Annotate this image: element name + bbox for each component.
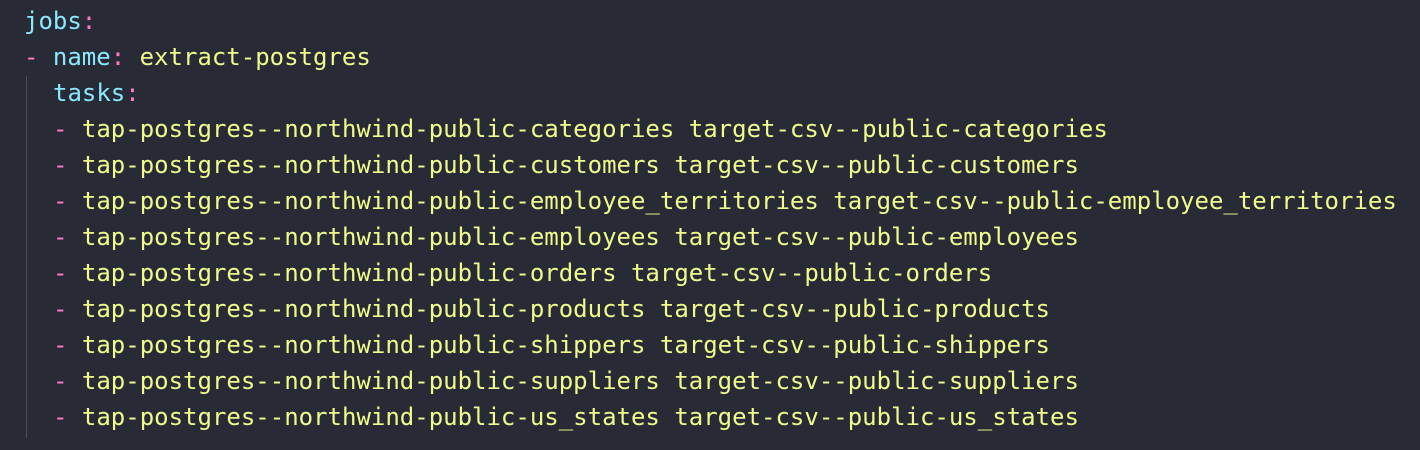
yaml-code-editor[interactable]: jobs: - name: extract-postgres tasks: - …	[0, 0, 1420, 450]
task-line: - tap-postgres--northwind-public-product…	[53, 291, 1050, 327]
name-value: extract-postgres	[139, 43, 371, 71]
code-line-tasks: tasks:	[53, 75, 140, 111]
code-line-name: - name: extract-postgres	[24, 39, 371, 75]
list-dash: -	[53, 367, 68, 395]
task-value: tap-postgres--northwind-public-employees…	[81, 223, 1079, 251]
task-line: - tap-postgres--northwind-public-categor…	[53, 111, 1108, 147]
task-line: - tap-postgres--northwind-public-employe…	[53, 183, 1397, 219]
task-value: tap-postgres--northwind-public-us_states…	[81, 403, 1079, 431]
name-key: name	[52, 43, 111, 71]
task-line: - tap-postgres--northwind-public-shipper…	[53, 327, 1050, 363]
list-dash: -	[53, 187, 68, 215]
jobs-key: jobs	[24, 7, 82, 35]
task-line: - tap-postgres--northwind-public-orders …	[53, 255, 992, 291]
list-dash: -	[53, 331, 68, 359]
task-line: - tap-postgres--northwind-public-supplie…	[53, 363, 1079, 399]
task-value: tap-postgres--northwind-public-products …	[81, 295, 1051, 323]
task-value: tap-postgres--northwind-public-shippers …	[81, 331, 1051, 359]
task-value: tap-postgres--northwind-public-categorie…	[81, 115, 1108, 143]
task-value: tap-postgres--northwind-public-customers…	[81, 151, 1079, 179]
task-line: - tap-postgres--northwind-public-employe…	[53, 219, 1079, 255]
list-dash: -	[53, 115, 68, 143]
code-line-jobs: jobs:	[24, 3, 96, 39]
list-dash: -	[53, 295, 68, 323]
indent-guide	[26, 76, 27, 438]
list-dash: -	[24, 43, 39, 71]
list-dash: -	[53, 223, 68, 251]
task-value: tap-postgres--northwind-public-employee_…	[81, 187, 1397, 215]
colon: :	[125, 79, 140, 107]
colon: :	[81, 7, 97, 35]
list-dash: -	[53, 403, 68, 431]
task-value: tap-postgres--northwind-public-suppliers…	[81, 367, 1079, 395]
colon: :	[110, 43, 126, 71]
task-value: tap-postgres--northwind-public-orders ta…	[81, 259, 993, 287]
tasks-key: tasks	[53, 79, 126, 107]
list-dash: -	[53, 259, 68, 287]
task-line: - tap-postgres--northwind-public-custome…	[53, 147, 1079, 183]
list-dash: -	[53, 151, 68, 179]
task-line: - tap-postgres--northwind-public-us_stat…	[53, 399, 1079, 435]
